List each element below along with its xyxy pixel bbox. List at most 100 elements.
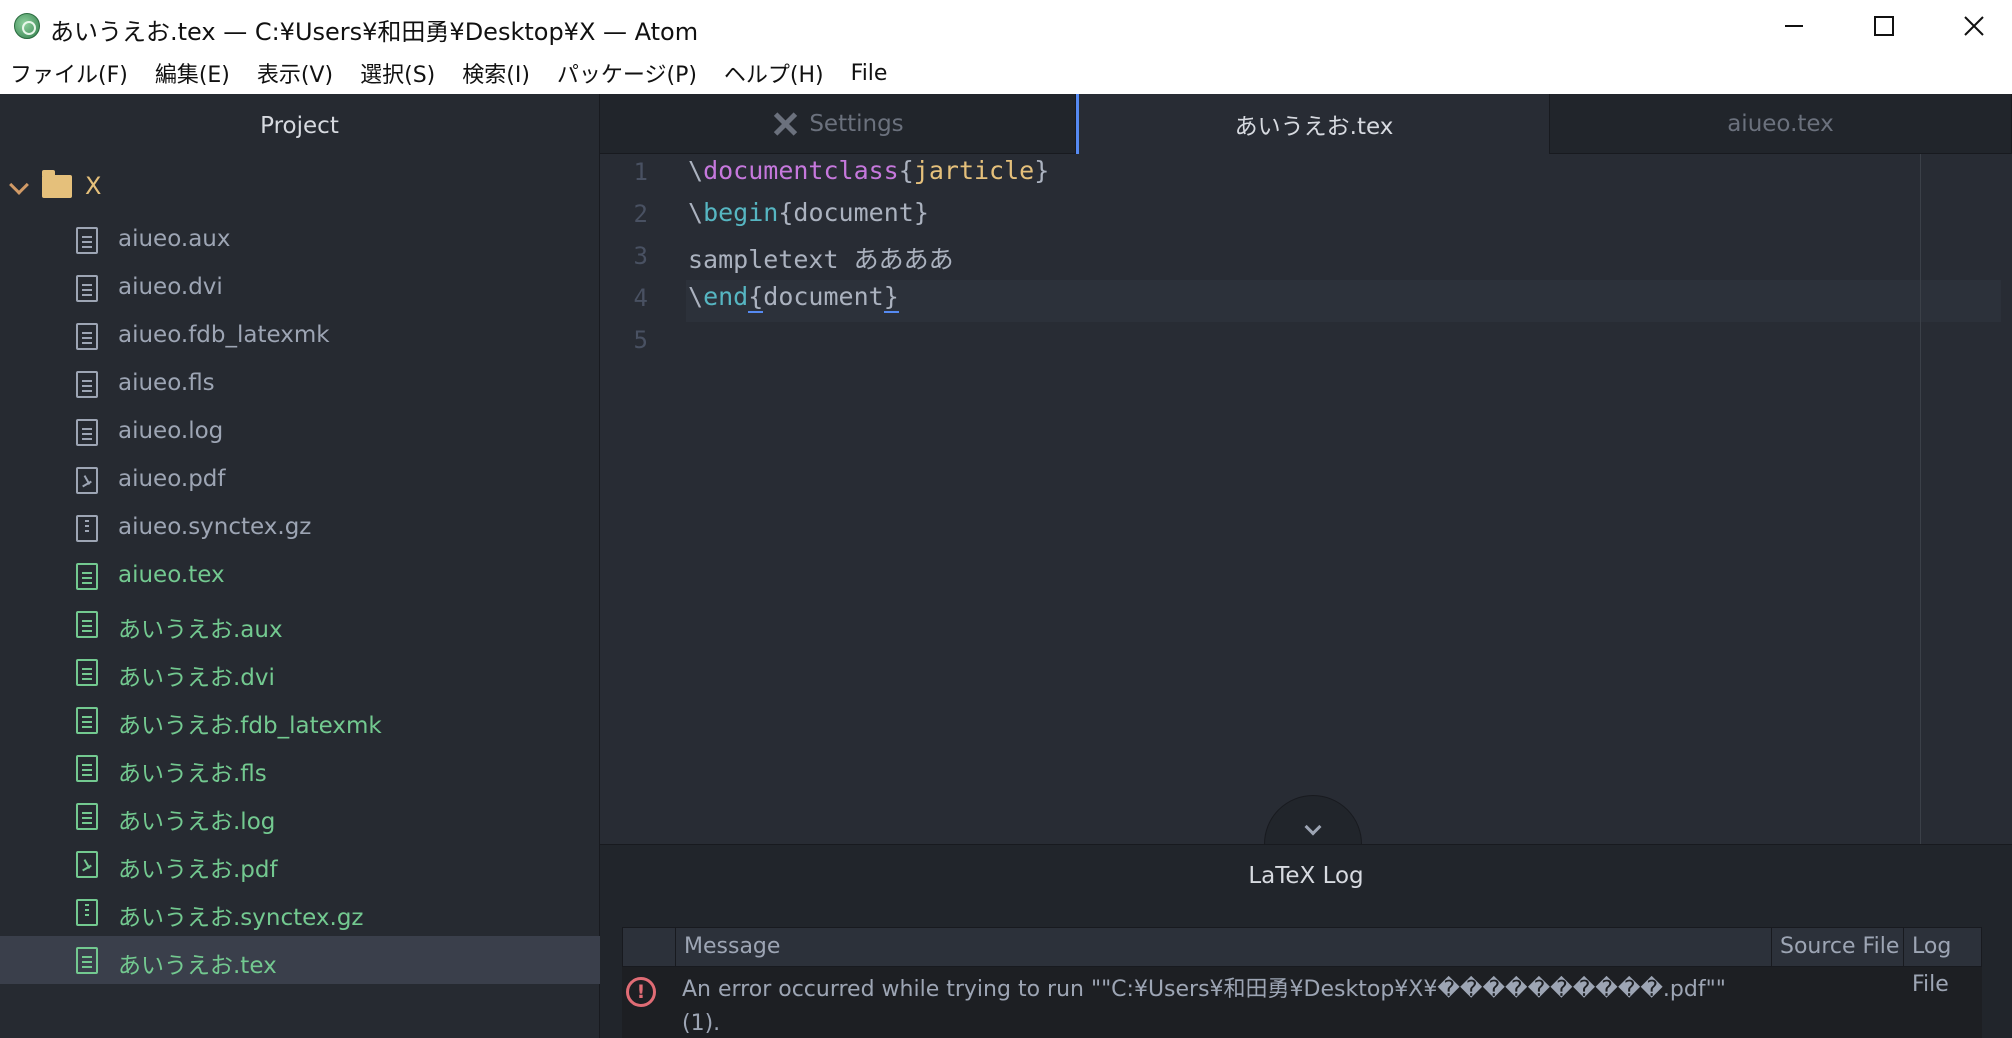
maximize-icon (1874, 16, 1894, 36)
latex-command: documentclass (703, 156, 899, 185)
tree-file-item[interactable]: aiueo.log (0, 408, 600, 456)
chevron-down-icon[interactable] (9, 175, 29, 195)
line-number[interactable]: 5 (600, 326, 648, 354)
code-backslash: \ (688, 198, 704, 227)
tab-bar: Settings あいうえお.tex aiueo.tex (600, 94, 2012, 154)
minimize-button[interactable] (1748, 0, 1840, 52)
menu-edit[interactable]: 編集(E) (155, 57, 230, 89)
close-button[interactable] (1928, 0, 2012, 52)
menu-file[interactable]: ファイル(F) (10, 57, 128, 89)
file-list: aiueo.aux aiueo.dvi aiueo.fdb_latexmkaiueo… (0, 216, 600, 984)
line-number[interactable]: 2 (600, 200, 648, 228)
tree-file-label: あいうえお.log (118, 809, 276, 835)
file-text-icon (76, 947, 98, 974)
column-header-source-file[interactable]: Source File (1771, 928, 1903, 966)
tree-file-item[interactable]: aiueo.pdf (0, 456, 600, 504)
tree-file-item[interactable]: aiueo.dvi (0, 264, 600, 312)
menu-view[interactable]: 表示(V) (257, 57, 333, 89)
line-number[interactable]: 1 (600, 158, 648, 186)
tree-file-label: あいうえお.pdf (118, 857, 278, 883)
file-text-icon (76, 227, 98, 254)
menu-bar: ファイル(F) 編集(E) 表示(V) 選択(S) 検索(I) パッケージ(P)… (0, 52, 2012, 94)
tree-file-item[interactable]: あいうえお.tex (0, 936, 600, 984)
tree-file-label: aiueo.fls (118, 370, 215, 396)
tree-file-label: aiueo.pdf (118, 466, 226, 492)
file-text-icon (76, 323, 98, 350)
tab-label: Settings (809, 111, 904, 137)
tree-file-item[interactable]: あいうえお.synctex.gz (0, 888, 600, 936)
tree-file-item[interactable]: あいうえお.log (0, 792, 600, 840)
tree-root-folder[interactable]: X (0, 158, 599, 216)
code-line[interactable]: sampletext ああああ (688, 240, 954, 276)
file-text-icon (76, 707, 98, 734)
tree-file-item[interactable]: あいうえお.aux (0, 600, 600, 648)
tree-file-item[interactable]: あいうえお.dvi (0, 648, 600, 696)
code-backslash: \ (688, 282, 704, 311)
tab-aiueo-tex[interactable]: aiueo.tex (1550, 94, 2012, 154)
tree-file-item[interactable]: あいうえお.fls (0, 744, 600, 792)
tab-label: aiueo.tex (1727, 111, 1834, 137)
tree-file-label: あいうえお.fdb_latexmk (118, 713, 382, 739)
line-number[interactable]: 4 (600, 284, 648, 312)
column-header-log-file[interactable]: Log File (1903, 928, 1983, 997)
window-title: あいうえお.tex — C:¥Users¥和田勇¥Desktop¥X — Ato… (50, 18, 699, 46)
menu-help[interactable]: ヘルプ(H) (724, 57, 824, 89)
tree-file-label: aiueo.log (118, 418, 224, 444)
latex-log-panel: LaTeX Log Message Source File Log File !… (600, 844, 2012, 1038)
tree-file-label: あいうえお.fls (118, 761, 267, 787)
code-brace: { (778, 198, 794, 227)
folder-icon (42, 170, 72, 198)
file-pdf-icon (76, 467, 98, 494)
code-line[interactable]: \begin{document} (688, 198, 929, 227)
tab-settings[interactable]: Settings (600, 94, 1076, 154)
file-pdf-icon (76, 851, 98, 878)
atom-logo-icon (14, 13, 40, 39)
code-brace: } (1034, 156, 1050, 185)
tree-file-item[interactable]: aiueo.fdb_latexmk (0, 312, 600, 360)
code-backslash: \ (688, 156, 704, 185)
tree-file-label: あいうえお.tex (118, 953, 277, 979)
file-text-icon (76, 611, 98, 638)
wrap-guide (1920, 154, 1921, 844)
root-folder-label: X (85, 172, 102, 200)
title-bar: あいうえお.tex — C:¥Users¥和田勇¥Desktop¥X — Ato… (0, 0, 2012, 52)
close-icon (1964, 16, 1984, 36)
file-text-icon (76, 371, 98, 398)
line-number[interactable]: 3 (600, 242, 648, 270)
tree-file-item[interactable]: あいうえお.pdf (0, 840, 600, 888)
tree-file-item[interactable]: あいうえお.fdb_latexmk (0, 696, 600, 744)
menu-packages[interactable]: パッケージ(P) (557, 57, 697, 89)
file-zip-icon (76, 899, 98, 926)
text-editor[interactable]: 1 2 3 4 5 \documentclass{jarticle} \begi… (600, 154, 2012, 893)
code-line[interactable]: \end{document} (688, 282, 899, 313)
tree-file-item[interactable]: aiueo.fls (0, 360, 600, 408)
menu-find[interactable]: 検索(I) (462, 57, 530, 89)
code-brace: } (883, 282, 899, 313)
tree-file-label: あいうえお.aux (118, 617, 283, 643)
tree-file-label: aiueo.tex (118, 562, 225, 588)
minimize-icon (1785, 25, 1803, 27)
file-text-icon (76, 419, 98, 446)
tree-file-item[interactable]: aiueo.aux (0, 216, 600, 264)
code-brace: { (748, 282, 764, 313)
column-header-type[interactable] (623, 928, 675, 966)
latex-command: end (703, 282, 749, 311)
chevron-down-icon (1304, 818, 1322, 836)
file-text-icon (76, 755, 98, 782)
log-table-header: Message Source File Log File (622, 927, 1983, 997)
tree-file-item[interactable]: aiueo.tex (0, 552, 600, 600)
log-panel-title: LaTeX Log (1248, 863, 1364, 889)
tab-active-file[interactable]: あいうえお.tex (1076, 94, 1550, 154)
tree-file-label: aiueo.dvi (118, 274, 223, 300)
menu-selection[interactable]: 選択(S) (360, 57, 435, 89)
maximize-button[interactable] (1838, 0, 1930, 52)
column-header-message[interactable]: Message (675, 928, 1771, 966)
log-message[interactable]: An error occurred while trying to run ""… (682, 973, 1762, 1038)
menu-file-en[interactable]: File (851, 61, 888, 86)
tree-file-item[interactable]: aiueo.synctex.gz (0, 504, 600, 552)
code-line[interactable]: \documentclass{jarticle} (688, 156, 1049, 185)
project-panel-title[interactable]: Project (0, 94, 599, 158)
tree-file-label: aiueo.synctex.gz (118, 514, 312, 540)
latex-argument: document (793, 198, 914, 227)
tab-label: あいうえお.tex (1234, 114, 1394, 140)
